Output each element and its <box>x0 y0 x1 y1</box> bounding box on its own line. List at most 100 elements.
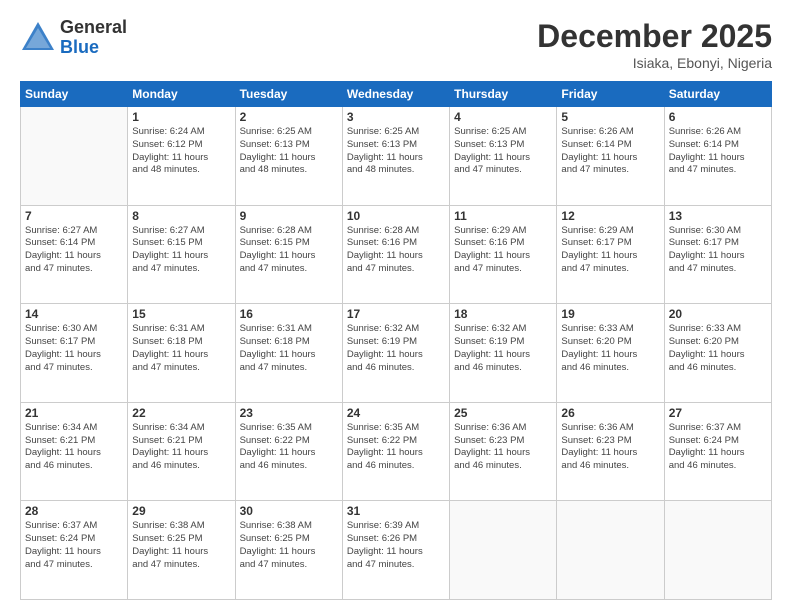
day-info: Sunrise: 6:37 AM Sunset: 6:24 PM Dayligh… <box>669 422 767 473</box>
page: General Blue December 2025 Isiaka, Ebony… <box>0 0 792 612</box>
calendar-week-1: 1Sunrise: 6:24 AM Sunset: 6:12 PM Daylig… <box>21 107 772 206</box>
day-info: Sunrise: 6:30 AM Sunset: 6:17 PM Dayligh… <box>25 323 123 374</box>
day-info: Sunrise: 6:34 AM Sunset: 6:21 PM Dayligh… <box>132 422 230 473</box>
day-number: 8 <box>132 209 230 223</box>
day-info: Sunrise: 6:28 AM Sunset: 6:15 PM Dayligh… <box>240 225 338 276</box>
calendar-cell: 10 Sunrise: 6:28 AM Sunset: 6:16 PM Dayli… <box>342 205 449 304</box>
day-info: Sunrise: 6:36 AM Sunset: 6:23 PM Dayligh… <box>454 422 552 473</box>
calendar-header-row: SundayMondayTuesdayWednesdayThursdayFrid… <box>21 82 772 107</box>
day-info: Sunrise: 6:38 AM Sunset: 6:25 PM Dayligh… <box>240 520 338 571</box>
day-number: 16 <box>240 307 338 321</box>
day-info: Sunrise: 6:32 AM Sunset: 6:19 PM Dayligh… <box>347 323 445 374</box>
day-number: 10 <box>347 209 445 223</box>
calendar-cell: 28 Sunrise: 6:37 AM Sunset: 6:24 PM Dayli… <box>21 501 128 600</box>
calendar-cell: 20Sunrise: 6:33 AM Sunset: 6:20 PM Dayli… <box>664 304 771 403</box>
day-number: 28 <box>25 504 123 518</box>
calendar-cell <box>450 501 557 600</box>
logo-general-text: General <box>60 18 127 38</box>
calendar-cell: 14 Sunrise: 6:30 AM Sunset: 6:17 PM Dayli… <box>21 304 128 403</box>
day-info: Sunrise: 6:29 AM Sunset: 6:16 PM Dayligh… <box>454 225 552 276</box>
day-info: Sunrise: 6:28 AM Sunset: 6:16 PM Dayligh… <box>347 225 445 276</box>
calendar-week-4: 21 Sunrise: 6:34 AM Sunset: 6:21 PM Dayli… <box>21 402 772 501</box>
col-header-sunday: Sunday <box>21 82 128 107</box>
day-number: 7 <box>25 209 123 223</box>
header: General Blue December 2025 Isiaka, Ebony… <box>20 18 772 71</box>
calendar-cell: 5 Sunrise: 6:26 AM Sunset: 6:14 PM Daylig… <box>557 107 664 206</box>
day-info: Sunrise: 6:29 AM Sunset: 6:17 PM Dayligh… <box>561 225 659 276</box>
logo-blue-text: Blue <box>60 38 127 58</box>
calendar-cell: 22 Sunrise: 6:34 AM Sunset: 6:21 PM Dayli… <box>128 402 235 501</box>
day-number: 4 <box>454 110 552 124</box>
day-number: 21 <box>25 406 123 420</box>
day-number: 31 <box>347 504 445 518</box>
day-info: Sunrise: 6:32 AM Sunset: 6:19 PM Dayligh… <box>454 323 552 374</box>
day-number: 13 <box>669 209 767 223</box>
day-info: Sunrise: 6:27 AM Sunset: 6:14 PM Dayligh… <box>25 225 123 276</box>
day-info: Sunrise: 6:37 AM Sunset: 6:24 PM Dayligh… <box>25 520 123 571</box>
day-number: 24 <box>347 406 445 420</box>
calendar-cell: 8Sunrise: 6:27 AM Sunset: 6:15 PM Daylig… <box>128 205 235 304</box>
col-header-monday: Monday <box>128 82 235 107</box>
day-info: Sunrise: 6:35 AM Sunset: 6:22 PM Dayligh… <box>347 422 445 473</box>
calendar-cell: 21 Sunrise: 6:34 AM Sunset: 6:21 PM Dayli… <box>21 402 128 501</box>
day-number: 5 <box>561 110 659 124</box>
calendar-week-3: 14 Sunrise: 6:30 AM Sunset: 6:17 PM Dayli… <box>21 304 772 403</box>
month-title: December 2025 <box>537 18 772 55</box>
calendar-cell: 2 Sunrise: 6:25 AM Sunset: 6:13 PM Daylig… <box>235 107 342 206</box>
day-number: 26 <box>561 406 659 420</box>
day-number: 29 <box>132 504 230 518</box>
day-info: Sunrise: 6:31 AM Sunset: 6:18 PM Dayligh… <box>240 323 338 374</box>
calendar-cell: 9Sunrise: 6:28 AM Sunset: 6:15 PM Daylig… <box>235 205 342 304</box>
calendar-cell: 12Sunrise: 6:29 AM Sunset: 6:17 PM Dayli… <box>557 205 664 304</box>
day-info: Sunrise: 6:33 AM Sunset: 6:20 PM Dayligh… <box>561 323 659 374</box>
calendar-cell: 6 Sunrise: 6:26 AM Sunset: 6:14 PM Daylig… <box>664 107 771 206</box>
calendar-cell: 16 Sunrise: 6:31 AM Sunset: 6:18 PM Dayli… <box>235 304 342 403</box>
day-info: Sunrise: 6:30 AM Sunset: 6:17 PM Dayligh… <box>669 225 767 276</box>
day-number: 15 <box>132 307 230 321</box>
calendar-cell: 27Sunrise: 6:37 AM Sunset: 6:24 PM Dayli… <box>664 402 771 501</box>
calendar-cell: 25 Sunrise: 6:36 AM Sunset: 6:23 PM Dayli… <box>450 402 557 501</box>
day-number: 14 <box>25 307 123 321</box>
calendar-cell: 29Sunrise: 6:38 AM Sunset: 6:25 PM Dayli… <box>128 501 235 600</box>
calendar-cell: 26 Sunrise: 6:36 AM Sunset: 6:23 PM Dayli… <box>557 402 664 501</box>
day-number: 22 <box>132 406 230 420</box>
day-number: 2 <box>240 110 338 124</box>
day-number: 23 <box>240 406 338 420</box>
calendar-cell: 1Sunrise: 6:24 AM Sunset: 6:12 PM Daylig… <box>128 107 235 206</box>
calendar-cell: 17Sunrise: 6:32 AM Sunset: 6:19 PM Dayli… <box>342 304 449 403</box>
calendar-cell <box>21 107 128 206</box>
calendar-cell: 23 Sunrise: 6:35 AM Sunset: 6:22 PM Dayli… <box>235 402 342 501</box>
title-section: December 2025 Isiaka, Ebonyi, Nigeria <box>537 18 772 71</box>
calendar-cell <box>664 501 771 600</box>
col-header-saturday: Saturday <box>664 82 771 107</box>
col-header-friday: Friday <box>557 82 664 107</box>
day-number: 11 <box>454 209 552 223</box>
day-info: Sunrise: 6:39 AM Sunset: 6:26 PM Dayligh… <box>347 520 445 571</box>
day-number: 3 <box>347 110 445 124</box>
logo: General Blue <box>20 18 127 58</box>
day-number: 6 <box>669 110 767 124</box>
day-info: Sunrise: 6:36 AM Sunset: 6:23 PM Dayligh… <box>561 422 659 473</box>
calendar-cell: 15Sunrise: 6:31 AM Sunset: 6:18 PM Dayli… <box>128 304 235 403</box>
calendar-cell: 19Sunrise: 6:33 AM Sunset: 6:20 PM Dayli… <box>557 304 664 403</box>
calendar-cell: 18Sunrise: 6:32 AM Sunset: 6:19 PM Dayli… <box>450 304 557 403</box>
day-info: Sunrise: 6:34 AM Sunset: 6:21 PM Dayligh… <box>25 422 123 473</box>
calendar-cell: 4Sunrise: 6:25 AM Sunset: 6:13 PM Daylig… <box>450 107 557 206</box>
day-info: Sunrise: 6:26 AM Sunset: 6:14 PM Dayligh… <box>561 126 659 177</box>
col-header-tuesday: Tuesday <box>235 82 342 107</box>
day-info: Sunrise: 6:33 AM Sunset: 6:20 PM Dayligh… <box>669 323 767 374</box>
calendar-table: SundayMondayTuesdayWednesdayThursdayFrid… <box>20 81 772 600</box>
day-info: Sunrise: 6:24 AM Sunset: 6:12 PM Dayligh… <box>132 126 230 177</box>
calendar-cell: 24 Sunrise: 6:35 AM Sunset: 6:22 PM Dayli… <box>342 402 449 501</box>
calendar-cell: 30Sunrise: 6:38 AM Sunset: 6:25 PM Dayli… <box>235 501 342 600</box>
day-info: Sunrise: 6:25 AM Sunset: 6:13 PM Dayligh… <box>347 126 445 177</box>
day-info: Sunrise: 6:35 AM Sunset: 6:22 PM Dayligh… <box>240 422 338 473</box>
calendar-week-5: 28 Sunrise: 6:37 AM Sunset: 6:24 PM Dayli… <box>21 501 772 600</box>
location: Isiaka, Ebonyi, Nigeria <box>537 55 772 71</box>
day-number: 25 <box>454 406 552 420</box>
day-info: Sunrise: 6:26 AM Sunset: 6:14 PM Dayligh… <box>669 126 767 177</box>
calendar-cell: 3 Sunrise: 6:25 AM Sunset: 6:13 PM Daylig… <box>342 107 449 206</box>
calendar-cell: 13 Sunrise: 6:30 AM Sunset: 6:17 PM Dayli… <box>664 205 771 304</box>
day-info: Sunrise: 6:25 AM Sunset: 6:13 PM Dayligh… <box>240 126 338 177</box>
logo-text: General Blue <box>60 18 127 58</box>
